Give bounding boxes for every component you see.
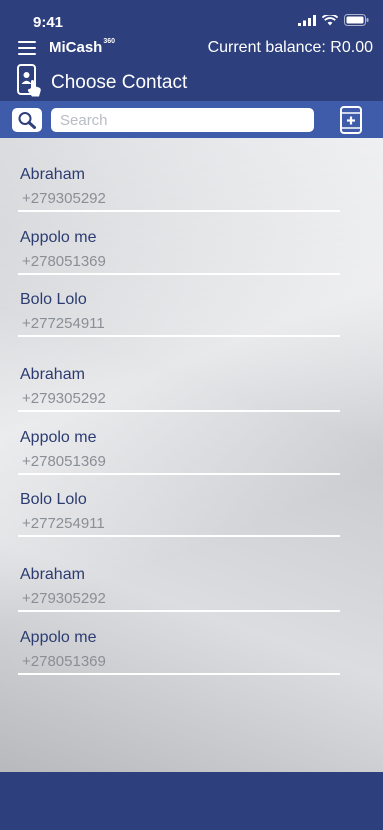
search-icon — [18, 112, 36, 129]
brand-name: MiCash — [49, 39, 103, 56]
contact-number: +278051369 — [22, 653, 106, 670]
bottom-bar — [0, 772, 383, 830]
contact-number: +279305292 — [22, 390, 106, 407]
contact-item[interactable]: Bolo Lolo +277254911 — [18, 475, 340, 537]
brand-superscript: 360 — [103, 38, 116, 45]
contact-phone-icon — [17, 64, 41, 97]
search-input[interactable] — [51, 108, 314, 132]
app-header: 9:41 MiCash360 Current balance: R0.00 Ch… — [0, 0, 383, 101]
contact-item[interactable]: Appolo me +278051369 — [18, 413, 340, 475]
page-title: Choose Contact — [51, 72, 188, 93]
signal-icon — [298, 14, 316, 26]
contact-name: Abraham — [20, 566, 85, 583]
contact-number: +279305292 — [22, 190, 106, 207]
contact-name: Bolo Lolo — [20, 291, 87, 308]
current-balance: Current balance: R0.00 — [207, 39, 373, 56]
search-button[interactable] — [12, 108, 42, 132]
brand-logo: MiCash360 — [49, 38, 116, 56]
contact-name: Appolo me — [20, 629, 97, 646]
contact-item[interactable]: Bolo Lolo +277254911 — [18, 275, 340, 337]
status-time: 9:41 — [33, 14, 64, 31]
contact-number: +279305292 — [22, 590, 106, 607]
contact-item[interactable]: Appolo me +278051369 — [18, 213, 340, 275]
contact-name: Abraham — [20, 366, 85, 383]
contact-name: Appolo me — [20, 229, 97, 246]
search-bar — [0, 101, 383, 138]
contact-number: +278051369 — [22, 453, 106, 470]
contact-list-area: Abraham +279305292 Appolo me +278051369 … — [0, 138, 383, 772]
battery-icon — [344, 14, 369, 26]
wifi-icon — [322, 14, 338, 25]
add-contact-phone-icon[interactable] — [340, 106, 362, 134]
contact-item[interactable]: Appolo me +278051369 — [18, 613, 340, 675]
contact-name: Abraham — [20, 166, 85, 183]
contact-number: +277254911 — [22, 515, 105, 532]
contact-name: Bolo Lolo — [20, 491, 87, 508]
status-bar: 9:41 — [0, 0, 383, 36]
contact-item[interactable]: Abraham +279305292 — [18, 150, 340, 212]
contact-number: +277254911 — [22, 315, 105, 332]
contact-name: Appolo me — [20, 429, 97, 446]
status-icons — [298, 14, 369, 26]
contact-item[interactable]: Abraham +279305292 — [18, 350, 340, 412]
hamburger-menu-icon[interactable] — [18, 41, 36, 55]
contact-number: +278051369 — [22, 253, 106, 270]
contact-item[interactable]: Abraham +279305292 — [18, 550, 340, 612]
